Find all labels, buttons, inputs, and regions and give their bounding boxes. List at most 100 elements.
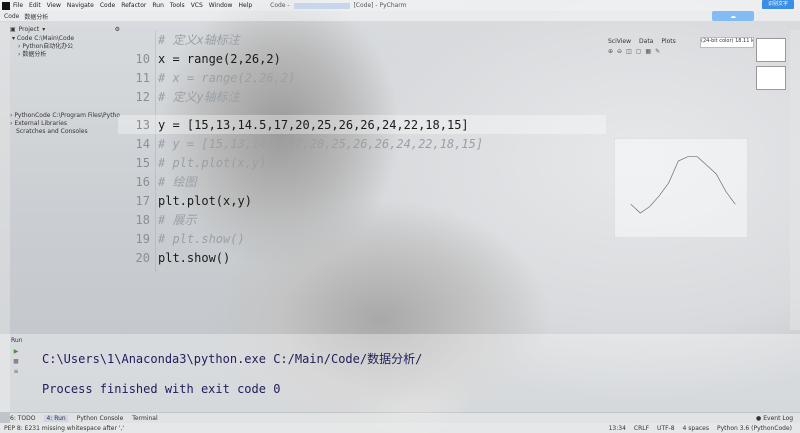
menu-tools[interactable]: Tools [170,2,185,9]
menu-vcs[interactable]: VCS [191,2,203,9]
code-line[interactable]: 10 x = range(2,26,2) [118,49,606,68]
status-indent[interactable]: 4 spaces [683,425,709,432]
menu-view[interactable]: View [47,2,61,9]
line-text: y = [15,13,14.5,17,20,25,26,26,24,22,18,… [158,117,469,132]
menu-refactor[interactable]: Refactor [121,2,146,9]
stop-icon[interactable]: ■ [11,358,21,368]
window-title-suffix: [Code] - PyCharm [353,2,407,9]
line-text: plt.plot(x,y) [158,193,252,208]
plot-thumbnail[interactable] [756,66,786,90]
tree-item-scratches[interactable]: Scratches and Consoles [10,128,118,136]
line-text: # y = [15,13,14.5,17,20,25,26,26,24,22,1… [158,136,484,151]
tree-item-root[interactable]: ▾ Code C:\Main\Code [12,35,120,43]
tab-todo[interactable]: 6: TODO [10,415,35,422]
line-number: 20 [135,250,150,265]
status-bar: PEP 8: E231 missing whitespace after ','… [0,423,800,433]
menu-edit[interactable]: Edit [29,2,41,9]
menu-file[interactable]: File [13,2,23,9]
tab-sciview[interactable]: SciView [608,38,631,45]
status-position[interactable]: 13:34 [609,425,626,432]
line-number: 15 [135,155,150,170]
project-panel-header: ▣ Project ▾ ⚙ [10,24,120,34]
tree-label: Python自动化办公 [22,43,74,50]
tree-item-python-code[interactable]: › PythonCode C:\Program Files\Pytho [10,112,120,120]
line-number: 17 [135,193,150,208]
code-line[interactable]: 20 plt.show() [118,248,606,267]
window-title-prefix: Code - [270,2,290,9]
run-panel-title[interactable]: Run [11,337,23,344]
ocr-button[interactable]: 识别文字 [762,0,794,9]
code-line[interactable]: 12 # 定义y轴标注 [118,87,606,106]
scroll-icon[interactable]: ≡ [11,368,21,378]
code-line[interactable]: 14 # y = [15,13,14.5,17,20,25,26,26,24,22… [118,134,606,153]
console-command-line: C:\Users\1\Anaconda3\python.exe C:/Main/… [42,350,422,367]
grid-icon[interactable]: ▦ [645,48,651,55]
plot-thumbnails [756,38,786,94]
status-line-separator[interactable]: CRLF [634,425,649,432]
right-tool-strip [790,30,800,330]
project-title[interactable]: Project [19,26,40,33]
tree-label: Scratches and Consoles [16,128,88,135]
menu-help[interactable]: Help [238,2,252,9]
menu-navigate[interactable]: Navigate [67,2,94,9]
line-number: 11 [135,70,150,85]
code-editor[interactable]: # 定义x轴标注 10 x = range(2,26,2) 11 # x = ran… [118,30,608,272]
line-number: 12 [135,89,150,104]
plot-frame [614,138,748,238]
plot-preview [614,138,748,238]
code-line[interactable]: 15 # plt.plot(x,y) [118,153,606,172]
breadcrumb: Code 数据分析 [0,11,800,21]
zoom-in-icon[interactable]: ⊕ [608,48,613,55]
code-line-current[interactable]: 13 y = [15,13,14.5,17,20,25,26,26,24,22,1… [118,115,606,134]
event-log-icon: ● [756,414,762,422]
tree-item-folder[interactable]: › 数据分析 [12,51,120,59]
tab-python-console[interactable]: Python Console [77,415,124,422]
code-line[interactable]: 19 # plt.show() [118,229,606,248]
line-number: 18 [135,212,150,227]
fit-icon[interactable]: ▢ [636,48,642,55]
pycharm-logo-icon [2,1,10,10]
plot-thumbnail[interactable] [756,38,786,62]
tree-item-folder[interactable]: › Python自动化办公 [12,43,120,51]
code-line[interactable]: 18 # 展示 [118,210,606,229]
status-message[interactable]: PEP 8: E231 missing whitespace after ',' [4,425,124,432]
menu-code[interactable]: Code [100,2,115,9]
color-picker-icon[interactable]: ✎ [655,48,660,55]
code-line[interactable]: 17 plt.plot(x,y) [118,191,606,210]
event-log-button[interactable]: ● Event Log [756,413,800,423]
project-icon: ▣ [10,25,16,33]
tab-plots[interactable]: Plots [661,38,675,45]
sciview-toolbar: ⊕ ⊖ ◫ ▢ ▦ ✎ [608,47,753,56]
console-command: C:\Users\1\Anaconda3\python.exe C:/Main/… [42,352,423,366]
line-text: # 展示 [158,213,197,227]
code-line[interactable]: 11 # x = range(2,26,2) [118,68,606,87]
tree-item-external-libraries[interactable]: › External Libraries [10,120,118,128]
line-text: # 定义y轴标注 [158,90,240,104]
tree-label: 数据分析 [22,51,47,58]
tab-data[interactable]: Data [639,38,653,45]
window-title: Code - [Code] - PyCharm [270,2,406,9]
code-line[interactable]: 16 # 绘图 [118,172,606,191]
breadcrumb-root[interactable]: Code [4,13,19,20]
line-text: # x = range(2,26,2) [158,70,296,85]
actual-size-icon[interactable]: ◫ [626,48,632,55]
line-text: # 定义x轴标注 [158,33,240,47]
tab-run[interactable]: 4: Run [44,414,68,422]
status-encoding[interactable]: UTF-8 [657,425,675,432]
menu-run[interactable]: Run [152,2,164,9]
line-text: x = range(2,26,2) [158,51,281,66]
rerun-icon[interactable]: ▶ [11,348,21,358]
menu-window[interactable]: Window [209,2,233,9]
breadcrumb-folder[interactable]: 数据分析 [24,12,48,21]
chevron-down-icon[interactable]: ▾ [42,26,45,33]
run-panel [0,334,800,412]
project-tree-libraries: › PythonCode C:\Program Files\Pytho › Ex… [10,112,120,136]
zoom-out-icon[interactable]: ⊖ [617,48,622,55]
line-number: 13 [135,117,150,132]
line-number: 19 [135,231,150,246]
redacted-path [293,2,350,9]
code-line[interactable]: # 定义x轴标注 [118,30,606,49]
tab-terminal[interactable]: Terminal [132,415,157,422]
status-interpreter[interactable]: Python 3.6 (PythonCode) [717,425,792,432]
project-tree: ▾ Code C:\Main\Code › Python自动化办公 › 数据分析 [12,35,120,59]
